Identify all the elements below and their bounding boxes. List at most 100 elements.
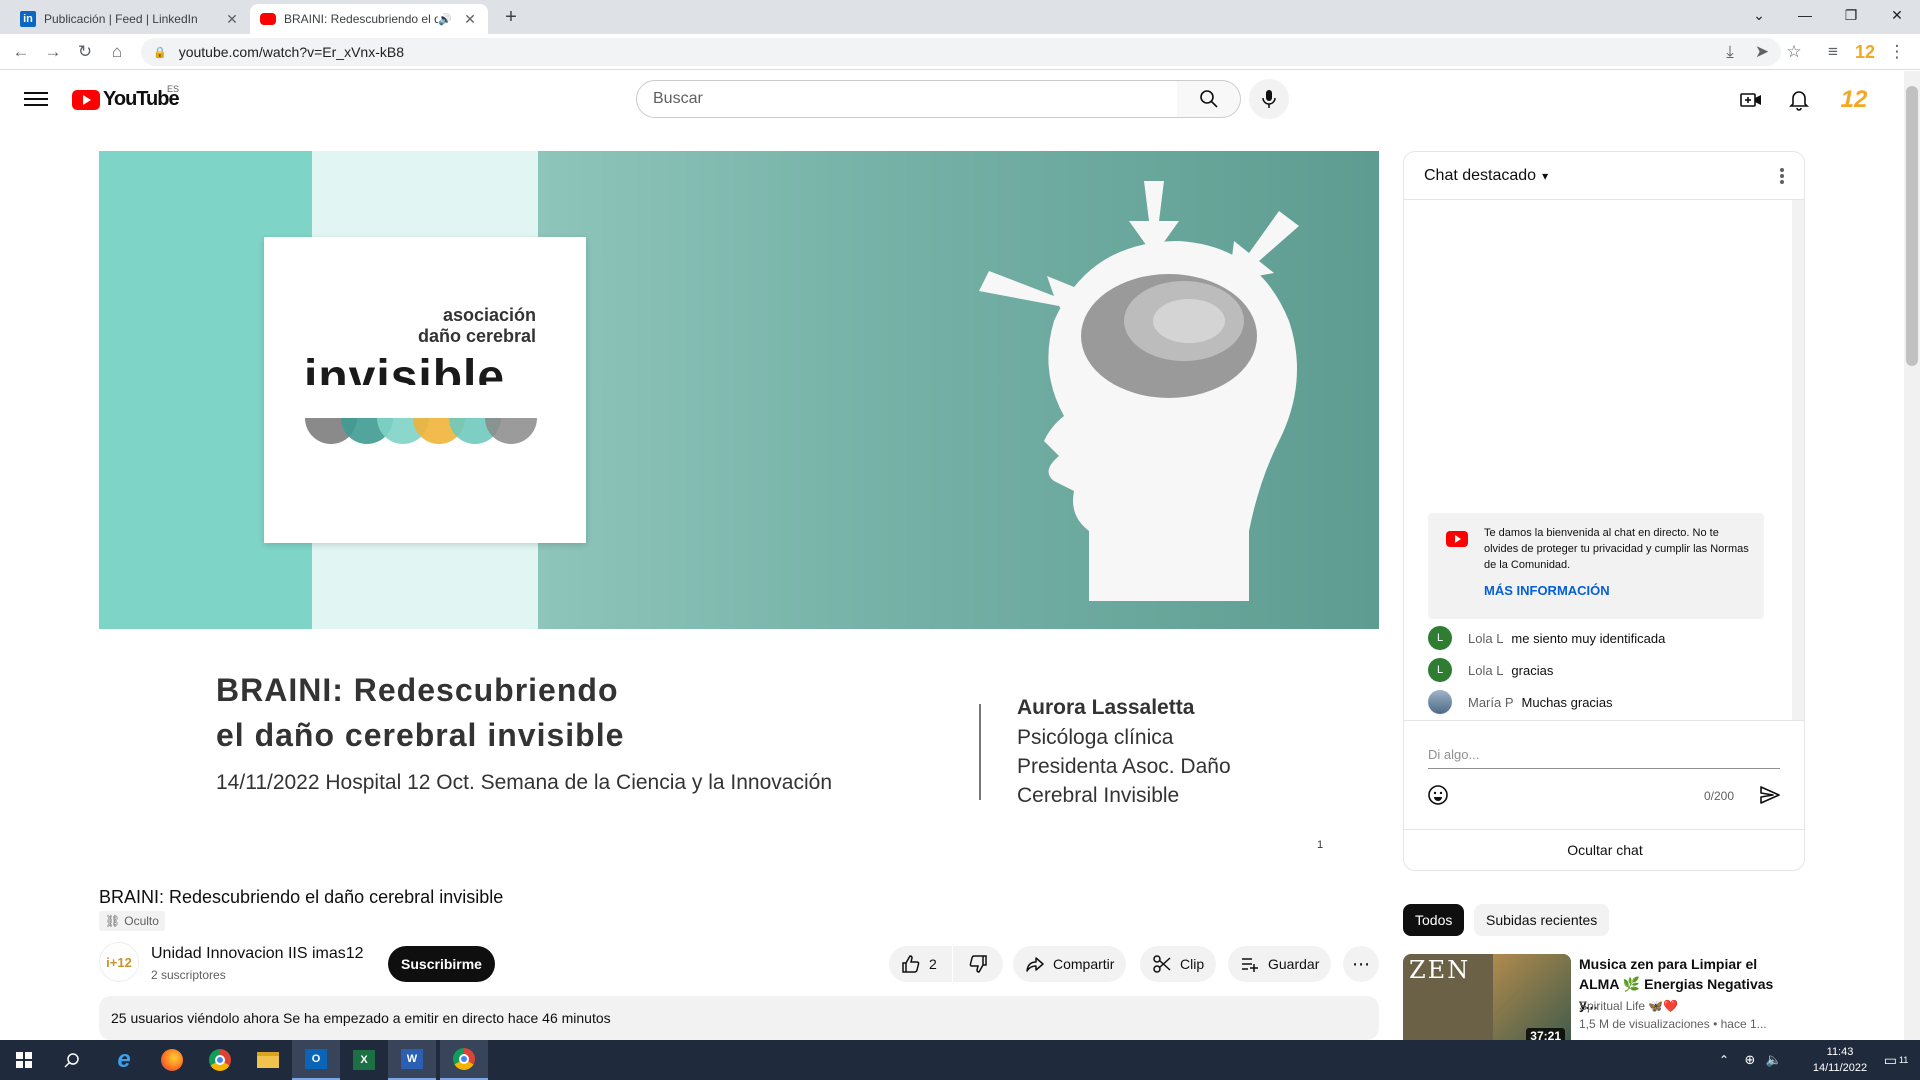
chat-text: gracias bbox=[1511, 662, 1554, 678]
chip-all[interactable]: Todos bbox=[1403, 904, 1465, 936]
lock-icon[interactable]: 🔒 bbox=[153, 46, 167, 59]
tab-linkedin[interactable]: in Publicación | Feed | LinkedIn ✕ bbox=[10, 4, 250, 34]
chip-recent-uploads[interactable]: Subidas recientes bbox=[1474, 904, 1610, 936]
account-avatar[interactable]: 12 bbox=[1840, 86, 1868, 114]
tab-title: Publicación | Feed | LinkedIn bbox=[44, 12, 198, 26]
internet-explorer-icon[interactable]: e bbox=[100, 1040, 148, 1080]
subscribe-button[interactable]: Suscribirme bbox=[388, 946, 495, 982]
tab-search-icon[interactable]: ⌄ bbox=[1736, 0, 1782, 30]
search-icon bbox=[1199, 90, 1218, 108]
like-button[interactable]: 2 bbox=[889, 946, 952, 982]
back-icon[interactable]: ← bbox=[8, 40, 34, 64]
chat-author[interactable]: Lola L bbox=[1468, 631, 1503, 646]
speaker-role: Psicóloga clínica bbox=[1017, 726, 1174, 749]
related-video-thumbnail[interactable]: ZEN 37:21 bbox=[1403, 954, 1571, 1048]
search-taskbar-button[interactable] bbox=[48, 1040, 96, 1080]
live-status: 25 usuarios viéndolo ahora Se ha empezad… bbox=[111, 1010, 611, 1026]
avatar[interactable]: L bbox=[1428, 658, 1452, 682]
minimize-button[interactable]: — bbox=[1782, 0, 1828, 30]
send-icon[interactable] bbox=[1758, 783, 1782, 807]
related-video-channel[interactable]: Spiritual Life 🦋❤️ bbox=[1579, 999, 1678, 1013]
video-player[interactable]: asociación daño cerebral invisible BRAIN… bbox=[99, 151, 1379, 871]
link-icon: ⛓ bbox=[105, 914, 121, 928]
privacy-badge: ⛓ Oculto bbox=[99, 911, 165, 931]
close-window-button[interactable]: ✕ bbox=[1874, 0, 1920, 30]
notification-count: 11 bbox=[1898, 1055, 1909, 1065]
chat-author[interactable]: Lola L bbox=[1468, 663, 1503, 678]
url-text: youtube.com/watch?v=Er_xVnx-kB8 bbox=[178, 44, 404, 60]
outlook-icon[interactable]: O bbox=[292, 1040, 340, 1080]
excel-icon[interactable]: X bbox=[340, 1040, 388, 1080]
chat-message: María P Muchas gracias bbox=[1428, 690, 1613, 714]
forward-icon[interactable]: → bbox=[40, 40, 66, 64]
notifications-center-icon[interactable]: ▭ 11 bbox=[1872, 1040, 1920, 1080]
more-options-icon[interactable] bbox=[1780, 166, 1784, 186]
playlist-add-icon bbox=[1240, 954, 1260, 974]
youtube-logo[interactable]: YouTube ES bbox=[72, 84, 180, 111]
country-code: ES bbox=[167, 84, 180, 94]
reload-icon[interactable]: ↻ bbox=[72, 40, 98, 64]
windows-start-button[interactable] bbox=[0, 1040, 48, 1080]
slide-page-number: 1 bbox=[1317, 839, 1324, 851]
speaker-icon[interactable]: 🔊 bbox=[438, 13, 452, 26]
maximize-button[interactable]: ❐ bbox=[1828, 0, 1874, 30]
scissors-icon bbox=[1152, 954, 1172, 974]
chat-mode-selector[interactable]: Chat destacado bbox=[1424, 167, 1536, 185]
avatar[interactable]: L bbox=[1428, 626, 1452, 650]
search-button[interactable] bbox=[1177, 80, 1241, 118]
bookmark-star-icon[interactable]: ☆ bbox=[1781, 40, 1807, 64]
install-icon[interactable]: ⤓ bbox=[1717, 40, 1743, 64]
close-icon[interactable]: ✕ bbox=[462, 11, 478, 28]
word-icon[interactable]: W bbox=[388, 1040, 436, 1080]
chrome-icon[interactable] bbox=[196, 1040, 244, 1080]
thumbnail-text: ZEN bbox=[1409, 956, 1471, 984]
home-icon[interactable]: ⌂ bbox=[104, 40, 130, 64]
chrome-active-icon[interactable] bbox=[440, 1040, 488, 1080]
avatar[interactable] bbox=[1428, 690, 1452, 714]
clip-button[interactable]: Clip bbox=[1140, 946, 1217, 982]
share-button[interactable]: Compartir bbox=[1013, 946, 1127, 982]
video-title: BRAINI: Redescubriendo el daño cerebral … bbox=[99, 887, 504, 907]
page-scrollbar-thumb[interactable] bbox=[1906, 86, 1918, 366]
search-input[interactable]: Buscar bbox=[636, 80, 1178, 118]
more-actions-button[interactable]: ⋯ bbox=[1343, 946, 1379, 982]
chevron-down-icon[interactable]: ▾ bbox=[1542, 169, 1548, 183]
description-box[interactable]: 25 usuarios viéndolo ahora Se ha empezad… bbox=[99, 996, 1379, 1040]
system-tray-chevron-icon[interactable]: ⌃ bbox=[1712, 1040, 1736, 1080]
chat-scrollbar[interactable] bbox=[1792, 200, 1804, 720]
save-button[interactable]: Guardar bbox=[1228, 946, 1332, 982]
file-explorer-icon[interactable] bbox=[244, 1040, 292, 1080]
network-icon[interactable]: ⊕ bbox=[1738, 1040, 1762, 1080]
address-bar[interactable]: 🔒 youtube.com/watch?v=Er_xVnx-kB8 bbox=[141, 38, 1781, 66]
chat-welcome-banner: Te damos la bienvenida al chat en direct… bbox=[1428, 513, 1764, 619]
browser-tab-strip: in Publicación | Feed | LinkedIn ✕ BRAIN… bbox=[0, 0, 1920, 34]
new-tab-button[interactable]: + bbox=[498, 6, 524, 29]
voice-search-button[interactable] bbox=[1249, 79, 1289, 119]
youtube-icon bbox=[1446, 531, 1468, 547]
close-icon[interactable]: ✕ bbox=[224, 11, 240, 28]
browser-menu-icon[interactable]: ⋮ bbox=[1884, 40, 1910, 64]
taskbar-clock[interactable]: 11:43 14/11/2022 bbox=[1810, 1044, 1870, 1076]
dislike-button[interactable] bbox=[953, 946, 1003, 982]
hamburger-menu-icon[interactable] bbox=[24, 88, 48, 108]
channel-name[interactable]: Unidad Innovacion IIS imas12 bbox=[151, 945, 364, 963]
volume-icon[interactable]: 🔈 bbox=[1762, 1040, 1786, 1080]
reading-list-icon[interactable]: ≡ bbox=[1820, 40, 1846, 64]
notifications-button[interactable] bbox=[1785, 86, 1813, 114]
create-video-icon bbox=[1740, 93, 1761, 107]
hide-chat-button[interactable]: Ocultar chat bbox=[1404, 829, 1804, 869]
chat-input[interactable]: Di algo... bbox=[1428, 747, 1780, 769]
extension-badge[interactable]: 12 bbox=[1852, 40, 1878, 64]
speaker-role: Cerebral Invisible bbox=[1017, 784, 1180, 807]
chat-input-area: Di algo... 0/200 Ocultar chat bbox=[1404, 720, 1804, 870]
channel-avatar[interactable]: i+12 bbox=[99, 942, 139, 982]
windows-taskbar: e O X W ⌃ ⊕ 🔈 11:43 14/11/2022 ▭ 11 bbox=[0, 1040, 1920, 1080]
firefox-icon[interactable] bbox=[148, 1040, 196, 1080]
logo-text: invisible bbox=[304, 351, 506, 385]
more-info-link[interactable]: MÁS INFORMACIÓN bbox=[1484, 583, 1610, 598]
send-tab-icon[interactable]: ➤ bbox=[1749, 40, 1775, 64]
chat-author[interactable]: María P bbox=[1468, 695, 1514, 710]
create-button[interactable] bbox=[1737, 86, 1765, 114]
tab-youtube[interactable]: BRAINI: Redescubriendo el d 🔊 ✕ bbox=[250, 4, 488, 34]
emoji-icon[interactable] bbox=[1426, 783, 1450, 807]
